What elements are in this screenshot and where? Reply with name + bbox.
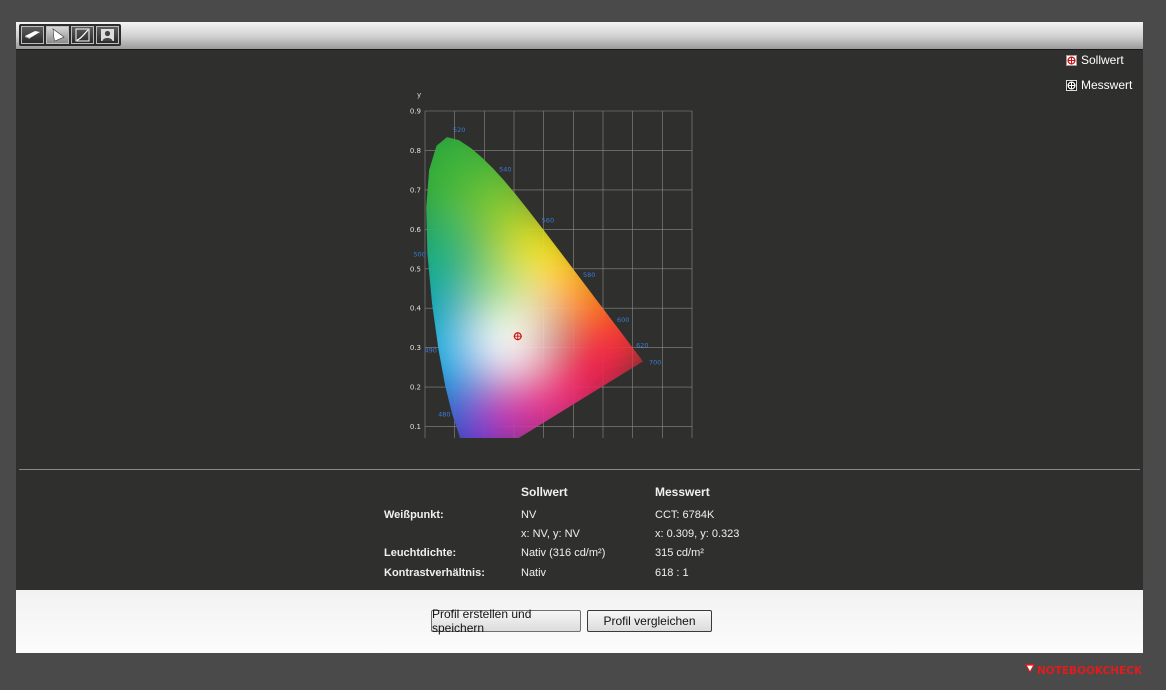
view-toggle-group — [19, 24, 121, 46]
xy-target: x: NV, y: NV — [521, 528, 580, 540]
y-axis-label: y — [417, 91, 421, 99]
wavelength-label: 480 — [438, 411, 450, 419]
measured-marker-icon — [1066, 79, 1077, 91]
target-marker-icon — [1066, 54, 1077, 66]
legend-label-measured: Messwert — [1081, 78, 1133, 92]
y-tick-label: 0.3 — [410, 344, 421, 352]
wavelength-label: 600 — [617, 316, 629, 324]
whitepoint-measured: CCT: 6784K — [655, 509, 715, 521]
wavelength-label: 490 — [424, 347, 436, 355]
wavelength-label: 540 — [499, 165, 511, 173]
y-tick-label: 0.8 — [410, 147, 421, 155]
y-tick-label: 0.2 — [410, 384, 421, 392]
notebookcheck-logo: NOTEBOOKCHECK — [1025, 664, 1143, 677]
compare-profile-button[interactable]: Profil vergleichen — [587, 610, 712, 632]
svg-text:NOTEBOOKCHECK: NOTEBOOKCHECK — [1037, 665, 1143, 677]
legend-item-measured: Messwert — [1066, 78, 1132, 92]
y-tick-label: 0.5 — [410, 265, 421, 273]
wavelength-label: 580 — [583, 271, 595, 279]
legend-label-target: Sollwert — [1081, 53, 1124, 67]
col-header-target: Sollwert — [521, 485, 568, 499]
contrast-measured: 618 : 1 — [655, 567, 689, 579]
calibration-panel: Sollwert Messwert 0.00.10.20.30.40.50.60… — [16, 22, 1143, 653]
legend-item-target: Sollwert — [1066, 53, 1124, 67]
wavelength-label: 560 — [542, 217, 554, 225]
y-tick-label: 0.9 — [410, 108, 421, 116]
y-tick-label: 0.7 — [410, 186, 421, 194]
row-label-contrast: Kontrastverhältnis: — [384, 567, 485, 579]
row-label-whitepoint: Weißpunkt: — [384, 509, 444, 521]
section-divider — [19, 469, 1140, 470]
xy-measured: x: 0.309, y: 0.323 — [655, 528, 740, 540]
y-tick-label: 0.4 — [410, 305, 422, 313]
action-footer: Profil erstellen und speichern Profil ve… — [16, 590, 1143, 653]
profile-view-button[interactable] — [96, 26, 119, 44]
wavelength-label: 620 — [636, 341, 648, 349]
whitepoint-target: NV — [521, 509, 537, 521]
gamut-triangle-icon — [52, 28, 65, 42]
y-tick-label: 0.1 — [410, 423, 421, 431]
luminance-measured: 315 cd/m² — [655, 547, 704, 559]
luminance-target: Nativ (316 cd/m²) — [521, 547, 606, 559]
monitor-icon — [25, 31, 40, 39]
person-icon — [101, 29, 114, 41]
y-tick-label: 0.6 — [410, 226, 422, 234]
toolbar — [16, 22, 1143, 50]
tone-curve-icon — [75, 28, 90, 42]
contrast-target: Nativ — [521, 567, 547, 579]
monitor-view-button[interactable] — [21, 26, 44, 44]
cie-chromaticity-chart: 0.00.10.20.30.40.50.60.70.80.90.00.10.20… — [392, 68, 722, 438]
wavelength-label: 700 — [649, 358, 661, 366]
row-label-luminance: Leuchtdichte: — [384, 547, 457, 559]
create-profile-button[interactable]: Profil erstellen und speichern — [431, 607, 581, 635]
gamut-view-button[interactable] — [46, 26, 69, 44]
wavelength-label: 500 — [413, 251, 425, 259]
wavelength-label: 520 — [453, 126, 465, 134]
curve-view-button[interactable] — [71, 26, 94, 44]
chart-points — [513, 332, 522, 341]
col-header-measured: Messwert — [655, 485, 710, 499]
